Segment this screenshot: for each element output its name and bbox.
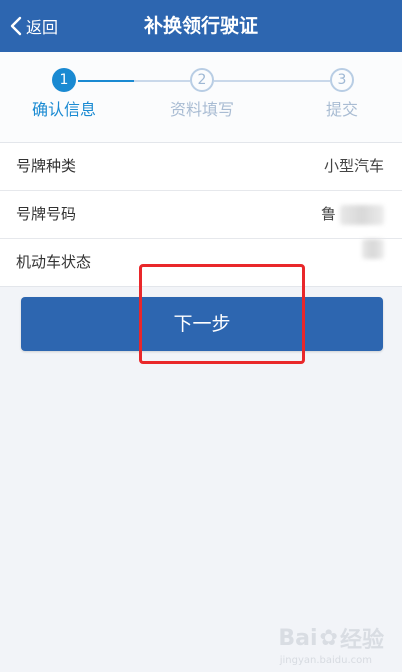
step-indicator: 1 确认信息 2 资料填写 3 提交: [0, 52, 402, 142]
baidu-watermark: Bai ✿ 经验: [278, 622, 384, 654]
redacted-block: [362, 239, 384, 259]
step-3: 3 提交: [292, 52, 392, 142]
row-value: 鲁: [321, 191, 384, 238]
redacted-block: [340, 204, 384, 225]
plate-type-value: 小型汽车: [323, 157, 384, 175]
step-label: 提交: [325, 100, 358, 119]
step-number: 2: [190, 68, 214, 92]
plate-number-value: 鲁: [320, 205, 336, 223]
watermark-text: Bai: [278, 625, 318, 651]
row-label: 号牌种类: [16, 157, 77, 175]
row-label: 机动车状态: [16, 253, 92, 271]
vehicle-info-list: 号牌种类 小型汽车 号牌号码 鲁 机动车状态: [0, 142, 402, 287]
step-label: 资料填写: [169, 100, 234, 119]
step-number: 1: [52, 68, 76, 92]
row-value: [358, 239, 384, 259]
step-2: 2 资料填写: [152, 52, 252, 142]
next-step-button[interactable]: 下一步: [21, 297, 383, 351]
row-label: 号牌号码: [16, 205, 77, 223]
paw-icon: ✿: [319, 625, 338, 651]
nav-bar: 返回 补换领行驶证: [0, 0, 402, 52]
step-label: 确认信息: [31, 100, 96, 119]
step-1: 1 确认信息: [14, 52, 114, 142]
list-item: 机动车状态: [0, 239, 402, 286]
row-value: 小型汽车: [324, 143, 384, 190]
watermark-url: jingyan.baidu.com: [279, 655, 372, 666]
watermark-text: 经验: [339, 628, 384, 653]
list-item: 号牌号码 鲁: [0, 191, 402, 239]
list-item: 号牌种类 小型汽车: [0, 143, 402, 191]
step-number: 3: [330, 68, 354, 92]
page-title: 补换领行驶证: [143, 15, 258, 37]
